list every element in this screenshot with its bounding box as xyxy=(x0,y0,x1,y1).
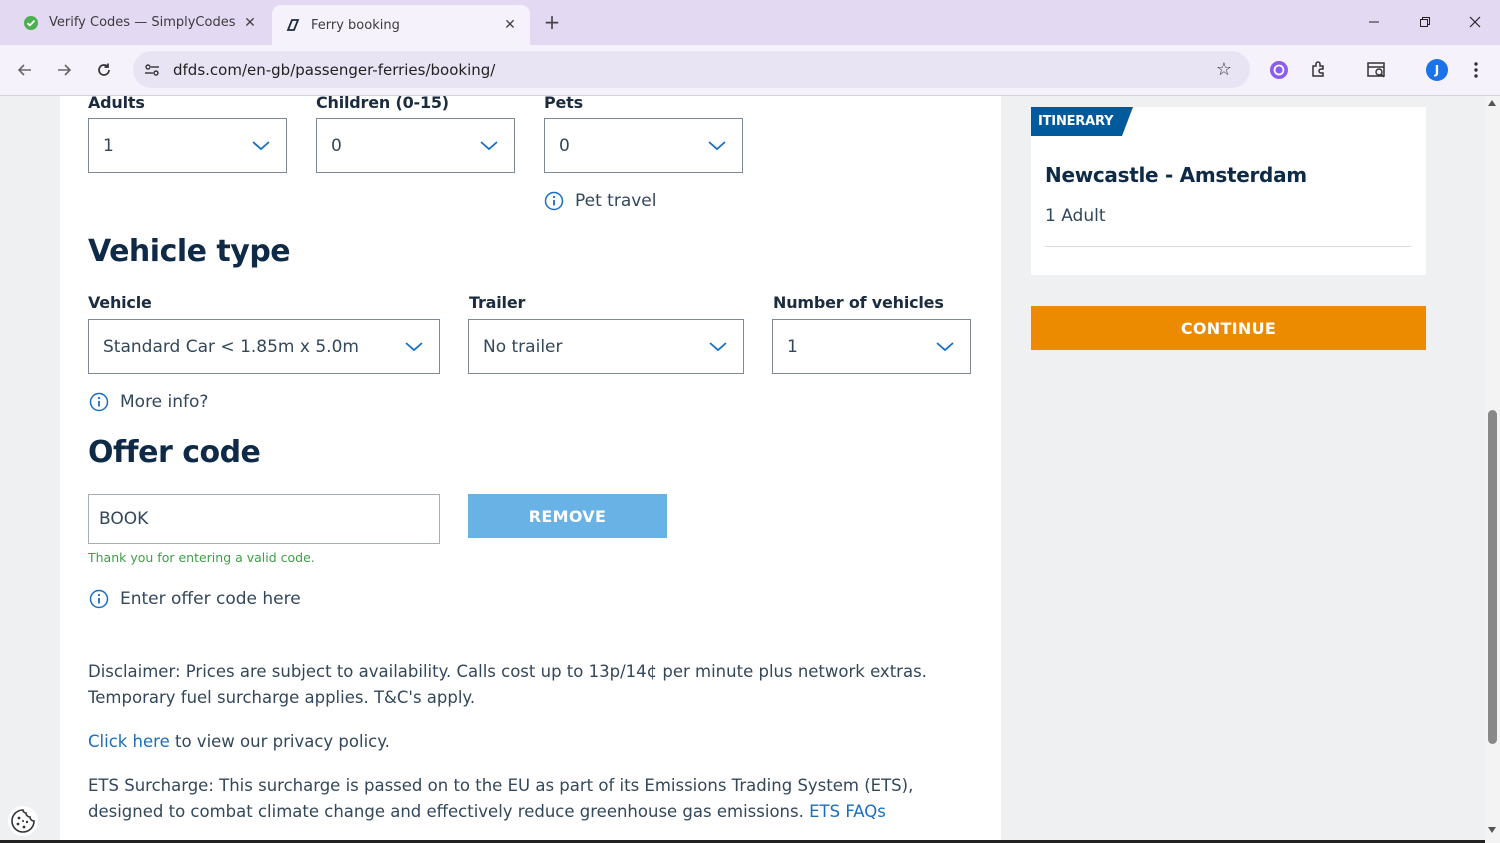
new-tab-button[interactable]: + xyxy=(540,10,564,34)
adults-value: 1 xyxy=(103,135,114,156)
chevron-down-icon xyxy=(934,341,956,352)
minimize-icon[interactable] xyxy=(1354,8,1394,36)
avatar-initial: J xyxy=(1434,63,1440,77)
number-of-vehicles-label: Number of vehicles xyxy=(773,293,944,312)
offer-code-info[interactable]: Enter offer code here xyxy=(89,589,301,609)
remove-offer-button[interactable]: REMOVE xyxy=(468,494,667,538)
trailer-label: Trailer xyxy=(469,293,526,312)
vehicle-type-heading: Vehicle type xyxy=(88,234,291,269)
site-settings-icon[interactable] xyxy=(143,61,161,79)
pets-value: 0 xyxy=(559,135,570,156)
restore-icon[interactable] xyxy=(1405,8,1445,36)
url-text: dfds.com/en-gb/passenger-ferries/booking… xyxy=(173,60,496,79)
children-label: Children (0-15) xyxy=(316,96,449,112)
browser-toolbar: dfds.com/en-gb/passenger-ferries/booking… xyxy=(0,45,1500,96)
vehicle-value: Standard Car < 1.85m x 5.0m xyxy=(103,336,359,357)
dfds-icon xyxy=(285,17,301,33)
tab-title: Verify Codes — SimplyCodes xyxy=(49,15,236,30)
number-of-vehicles-value: 1 xyxy=(787,336,798,357)
ets-paragraph: ETS Surcharge: This surcharge is passed … xyxy=(88,773,978,825)
chevron-down-icon xyxy=(250,140,272,151)
more-info-text: More info? xyxy=(120,392,209,412)
info-icon xyxy=(89,392,109,412)
close-window-icon[interactable] xyxy=(1455,8,1495,36)
ets-faqs-link[interactable]: ETS FAQs xyxy=(809,802,886,821)
tab-verify-codes[interactable]: Verify Codes — SimplyCodes ✕ xyxy=(10,6,270,39)
simplycodes-icon xyxy=(23,15,39,31)
close-tab-icon[interactable]: ✕ xyxy=(240,13,260,33)
scroll-up-arrow-icon[interactable] xyxy=(1488,100,1496,106)
trailer-value: No trailer xyxy=(483,336,563,357)
itinerary-tag: ITINERARY xyxy=(1038,114,1114,129)
info-icon xyxy=(89,589,109,609)
privacy-text: to view our privacy policy. xyxy=(169,732,390,751)
trailer-select[interactable]: No trailer xyxy=(468,319,744,374)
children-value: 0 xyxy=(331,135,342,156)
info-icon xyxy=(544,191,564,211)
privacy-link[interactable]: Click here xyxy=(88,732,170,751)
browser-tab-bar: Verify Codes — SimplyCodes ✕ Ferry booki… xyxy=(0,0,1500,45)
enter-offer-text: Enter offer code here xyxy=(120,589,301,609)
offer-code-input[interactable]: BOOK xyxy=(88,494,440,544)
valid-code-message: Thank you for entering a valid code. xyxy=(88,550,315,565)
vehicle-select[interactable]: Standard Car < 1.85m x 5.0m xyxy=(88,319,440,374)
forward-icon[interactable] xyxy=(51,57,77,83)
menu-kebab-icon[interactable] xyxy=(1463,57,1489,83)
privacy-paragraph: Click here to view our privacy policy. xyxy=(88,729,978,755)
pets-select[interactable]: 0 xyxy=(544,118,743,173)
page-scrollbar[interactable] xyxy=(1485,96,1500,843)
offer-code-heading: Offer code xyxy=(88,435,261,470)
cookie-settings-icon[interactable] xyxy=(8,806,38,836)
pet-travel-text: Pet travel xyxy=(575,191,657,211)
reload-icon[interactable] xyxy=(91,57,117,83)
chevron-down-icon xyxy=(706,140,728,151)
back-icon[interactable] xyxy=(12,57,38,83)
number-of-vehicles-select[interactable]: 1 xyxy=(772,319,971,374)
chevron-down-icon xyxy=(478,140,500,151)
tab-ferry-booking[interactable]: Ferry booking ✕ xyxy=(272,5,530,45)
disclaimer-text: Disclaimer: Prices are subject to availa… xyxy=(88,662,927,707)
avatar[interactable]: J xyxy=(1424,57,1450,83)
tab-search-icon[interactable] xyxy=(1364,57,1390,83)
tab-title: Ferry booking xyxy=(311,17,400,33)
children-select[interactable]: 0 xyxy=(316,118,515,173)
scroll-down-arrow-icon[interactable] xyxy=(1488,827,1496,833)
vehicle-more-info[interactable]: More info? xyxy=(89,392,208,412)
ets-text: ETS Surcharge: This surcharge is passed … xyxy=(88,776,914,821)
itinerary-passengers: 1 Adult xyxy=(1045,206,1106,226)
scrollbar-thumb[interactable] xyxy=(1488,410,1497,744)
page-viewport: Adults Children (0-15) Pets 1 0 0 Pet tr… xyxy=(0,96,1485,843)
pet-travel-info[interactable]: Pet travel xyxy=(544,191,657,211)
pets-label: Pets xyxy=(544,96,583,112)
continue-button[interactable]: CONTINUE xyxy=(1031,306,1426,350)
vehicle-label: Vehicle xyxy=(88,293,152,312)
itinerary-route: Newcastle - Amsterdam xyxy=(1045,163,1307,187)
divider xyxy=(1045,246,1411,247)
chevron-down-icon xyxy=(707,341,729,352)
offer-code-value: BOOK xyxy=(99,509,149,529)
close-tab-icon[interactable]: ✕ xyxy=(500,15,520,35)
bookmark-star-icon[interactable]: ☆ xyxy=(1212,59,1236,80)
extension-icon[interactable] xyxy=(1266,57,1292,83)
adults-select[interactable]: 1 xyxy=(88,118,287,173)
chevron-down-icon xyxy=(403,341,425,352)
itinerary-card: ITINERARY Newcastle - Amsterdam 1 Adult xyxy=(1031,107,1426,275)
address-bar[interactable]: dfds.com/en-gb/passenger-ferries/booking… xyxy=(133,51,1250,88)
extensions-puzzle-icon[interactable] xyxy=(1306,57,1332,83)
adults-label: Adults xyxy=(88,96,145,112)
